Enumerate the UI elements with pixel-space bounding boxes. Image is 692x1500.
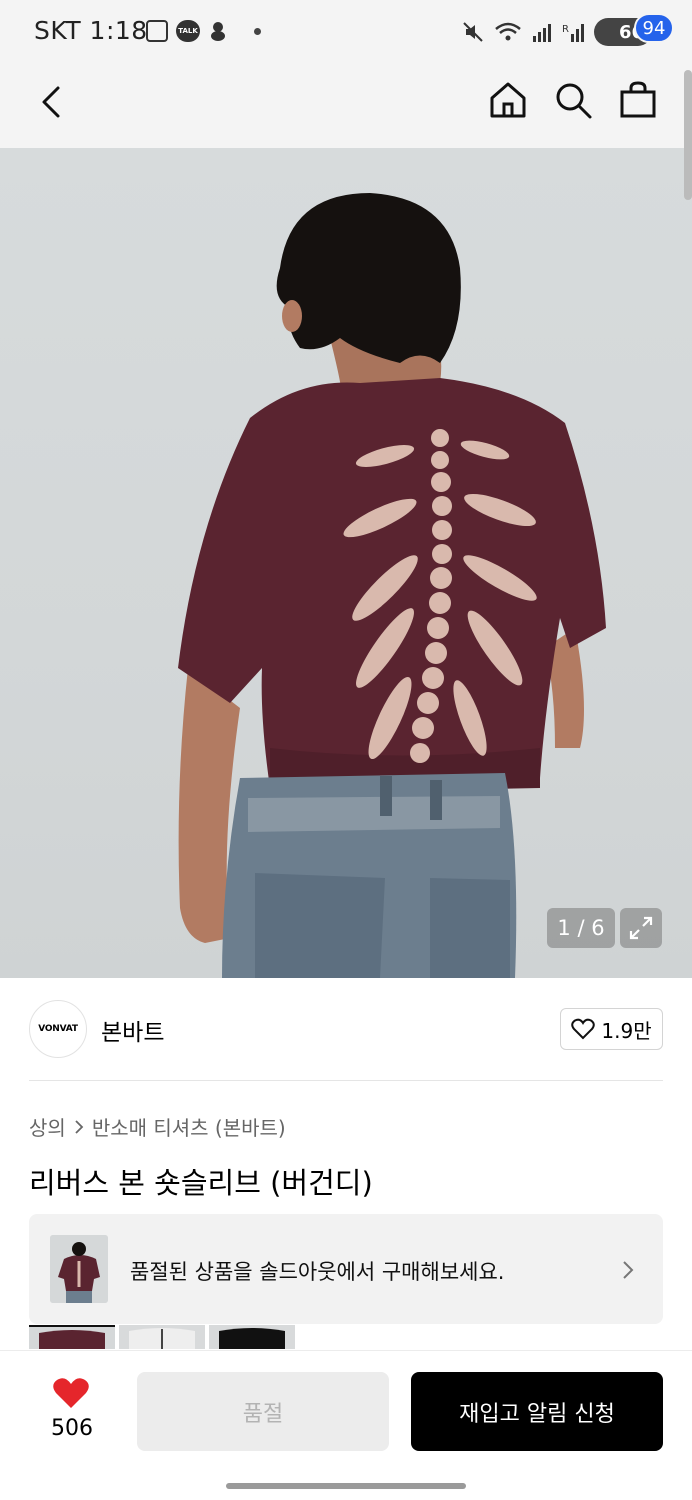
shopping-bag-icon[interactable] bbox=[618, 80, 658, 120]
image-counter: 1 / 6 bbox=[547, 908, 615, 948]
product-like-count: 506 bbox=[51, 1416, 93, 1441]
brand-like-button[interactable]: 1.9만 bbox=[560, 1008, 663, 1050]
search-icon[interactable] bbox=[553, 80, 593, 120]
fullscreen-expand-button[interactable] bbox=[620, 908, 662, 948]
breadcrumb-category[interactable]: 상의 bbox=[29, 1112, 66, 1141]
brand-name-link[interactable]: 본바트 bbox=[101, 1013, 164, 1047]
status-icons-left: TALK bbox=[146, 20, 261, 42]
chevron-right-icon bbox=[623, 1261, 634, 1279]
svg-text:R: R bbox=[562, 24, 569, 35]
variant-thumbnail-burgundy[interactable] bbox=[29, 1325, 115, 1349]
cart-count-badge[interactable]: 94 bbox=[634, 13, 674, 43]
color-variant-thumbnails bbox=[29, 1325, 295, 1349]
status-icons-right: R 66 bbox=[462, 18, 652, 46]
section-divider bbox=[29, 1080, 663, 1081]
back-arrow-icon[interactable] bbox=[34, 82, 74, 122]
carrier-time: SKT 1:18 bbox=[34, 16, 148, 45]
scrollbar[interactable] bbox=[684, 70, 692, 200]
breadcrumb: 상의 반소매 티셔츠 (본바트) bbox=[29, 1112, 286, 1141]
variant-thumbnail-black[interactable] bbox=[209, 1325, 295, 1349]
restock-alert-button[interactable]: 재입고 알림 신청 bbox=[411, 1372, 663, 1451]
roaming-signal-icon: R bbox=[562, 24, 584, 42]
signal-icon bbox=[533, 24, 551, 42]
expand-icon bbox=[629, 916, 653, 940]
variant-thumbnail-white[interactable] bbox=[119, 1325, 205, 1349]
screenshot-icon bbox=[146, 20, 168, 42]
status-bar: SKT 1:18 TALK R 66 bbox=[0, 0, 692, 64]
product-image-gallery[interactable] bbox=[0, 148, 692, 978]
heart-outline-icon bbox=[571, 1018, 596, 1040]
notification-app-icon bbox=[211, 22, 225, 41]
brand-like-count: 1.9만 bbox=[601, 1018, 652, 1043]
kakaotalk-icon: TALK bbox=[176, 20, 200, 42]
product-title: 리버스 본 숏슬리브 (버건디) bbox=[29, 1166, 373, 1200]
soldout-marketplace-banner[interactable]: 품절된 상품을 솔드아웃에서 구매해보세요. bbox=[29, 1214, 663, 1324]
soldout-banner-message: 품절된 상품을 솔드아웃에서 구매해보세요. bbox=[130, 1260, 505, 1284]
more-notifications-icon bbox=[254, 27, 261, 35]
wifi-icon bbox=[495, 22, 521, 41]
soldout-button[interactable]: 품절 bbox=[137, 1372, 389, 1451]
home-indicator[interactable] bbox=[226, 1483, 466, 1489]
product-photo bbox=[178, 193, 606, 978]
banner-product-thumbnail bbox=[50, 1235, 108, 1303]
home-icon[interactable] bbox=[488, 80, 528, 120]
chevron-right-icon bbox=[75, 1119, 84, 1134]
brand-logo[interactable]: VONVAT bbox=[29, 1000, 87, 1058]
mute-icon bbox=[463, 22, 483, 42]
heart-filled-icon[interactable] bbox=[52, 1376, 90, 1410]
top-navigation-bar bbox=[0, 64, 692, 148]
breadcrumb-subcategory[interactable]: 반소매 티셔츠 (본바트) bbox=[92, 1112, 286, 1141]
